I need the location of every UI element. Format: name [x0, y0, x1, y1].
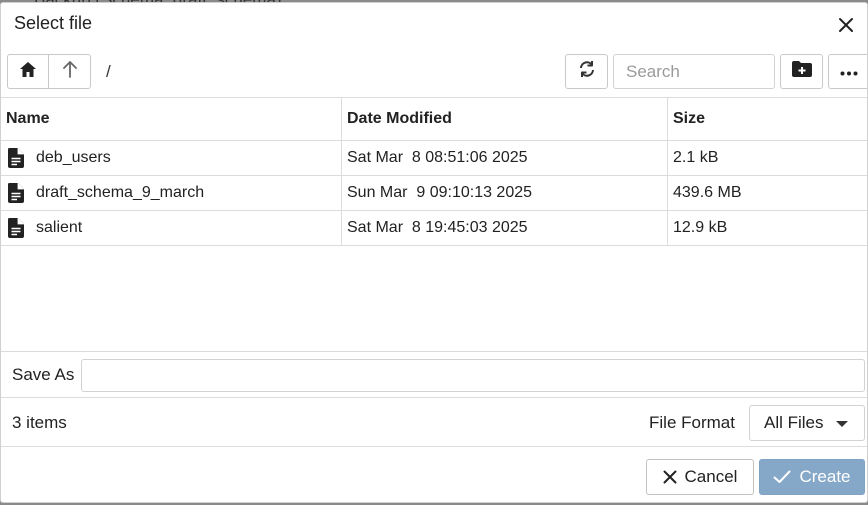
- table-header: Name Date Modified Size: [1, 98, 867, 141]
- refresh-button[interactable]: [565, 54, 608, 89]
- file-name: draft_schema_9_march: [36, 184, 205, 201]
- create-label: Create: [799, 467, 851, 486]
- dialog-title: Select file: [14, 13, 93, 33]
- dialog-title-bar: Select file: [1, 3, 867, 47]
- column-header-size[interactable]: Size: [667, 98, 867, 140]
- size-cell: 2.1 kB: [667, 141, 867, 175]
- file-table: Name Date Modified Size deb_users Sat Ma…: [1, 97, 867, 351]
- column-header-name[interactable]: Name: [1, 98, 341, 140]
- file-format-select[interactable]: All Files: [749, 405, 865, 441]
- parent-directory-button[interactable]: [48, 54, 91, 89]
- home-icon: [19, 61, 37, 83]
- file-icon: [7, 217, 29, 239]
- current-path: /: [106, 62, 111, 81]
- search-input[interactable]: [613, 54, 775, 89]
- status-bar: 3 items File Format All Files: [1, 397, 867, 446]
- date-modified-cell: Sun Mar 9 09:10:13 2025: [341, 176, 667, 210]
- table-body: deb_users Sat Mar 8 08:51:06 2025 2.1 kB…: [1, 141, 867, 246]
- close-icon: [663, 470, 677, 484]
- table-row[interactable]: deb_users Sat Mar 8 08:51:06 2025 2.1 kB: [1, 141, 867, 176]
- date-modified-cell: Sat Mar 8 08:51:06 2025: [341, 141, 667, 175]
- more-options-icon: [840, 63, 858, 81]
- file-name-cell: deb_users: [7, 141, 341, 175]
- more-options-button[interactable]: [828, 54, 867, 89]
- column-header-date-modified[interactable]: Date Modified: [341, 98, 667, 140]
- file-name-cell: draft_schema_9_march: [7, 176, 341, 210]
- file-format-label: File Format: [649, 413, 735, 432]
- file-format-value: All Files: [764, 413, 824, 432]
- home-button[interactable]: [7, 54, 49, 89]
- size-cell: 12.9 kB: [667, 211, 867, 245]
- file-name: salient: [36, 219, 83, 236]
- dialog-footer: Cancel Create: [1, 446, 867, 502]
- save-as-row: Save As: [1, 351, 867, 397]
- save-as-label: Save As: [12, 365, 75, 384]
- new-folder-button[interactable]: [780, 54, 823, 89]
- create-button[interactable]: Create: [759, 459, 865, 495]
- file-icon: [7, 182, 29, 204]
- file-name: deb_users: [36, 149, 111, 166]
- table-row[interactable]: salient Sat Mar 8 19:45:03 2025 12.9 kB: [1, 211, 867, 246]
- chevron-down-icon: [836, 421, 848, 427]
- items-count: 3 items: [12, 413, 67, 432]
- size-cell: 439.6 MB: [667, 176, 867, 210]
- arrow-up-icon: [62, 60, 78, 83]
- date-modified-cell: Sat Mar 8 19:45:03 2025: [341, 211, 667, 245]
- file-name-cell: salient: [7, 211, 341, 245]
- save-as-input[interactable]: [81, 359, 865, 392]
- table-row[interactable]: draft_schema_9_march Sun Mar 9 09:10:13 …: [1, 176, 867, 211]
- check-icon: [773, 470, 791, 483]
- close-icon[interactable]: [835, 14, 857, 36]
- file-icon: [7, 147, 29, 169]
- select-file-dialog: Select file / Search Name Date Modified …: [0, 2, 868, 503]
- toolbar: /: [7, 54, 867, 90]
- cancel-button[interactable]: Cancel: [646, 459, 754, 495]
- refresh-icon: [577, 59, 597, 84]
- new-folder-icon: [791, 60, 813, 83]
- cancel-label: Cancel: [684, 467, 738, 486]
